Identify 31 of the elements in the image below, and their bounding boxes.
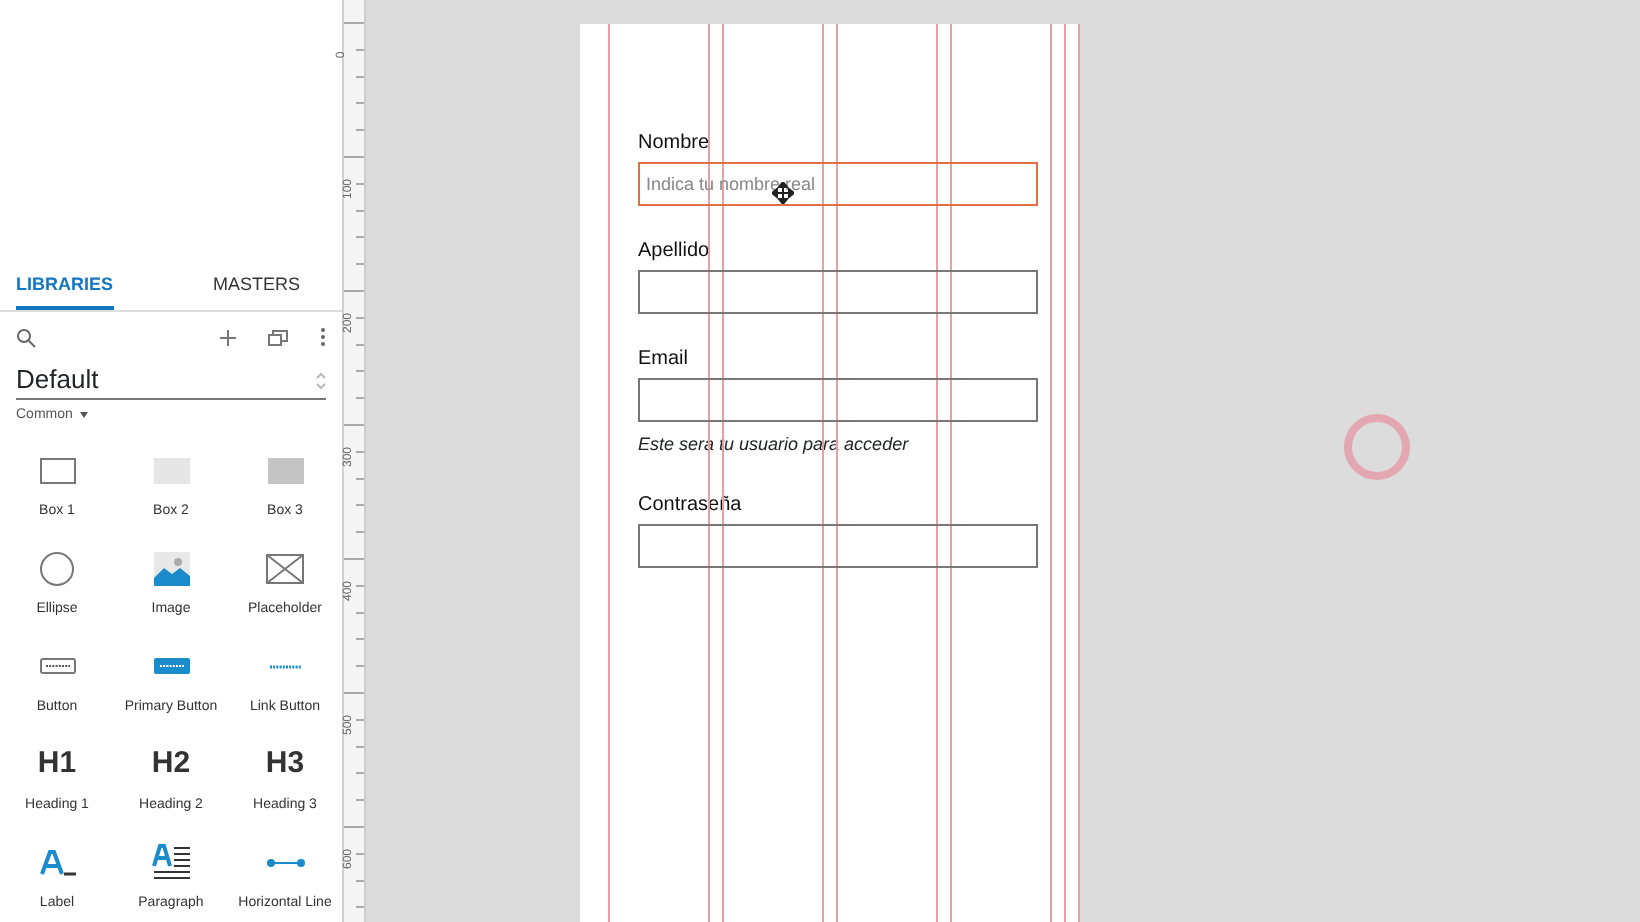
line-icon xyxy=(265,857,305,867)
rectangle-icon xyxy=(153,457,189,483)
panel-tab[interactable]: MASTERS xyxy=(213,260,301,309)
input-field[interactable] xyxy=(638,270,1038,314)
heading-glyph: H1 xyxy=(37,743,77,784)
caret-icon[interactable] xyxy=(80,412,89,419)
plus-icon[interactable] xyxy=(220,329,236,345)
stack-icon[interactable] xyxy=(268,329,288,345)
field-label: Email xyxy=(638,346,691,374)
placeholder-icon xyxy=(266,553,304,583)
image-icon xyxy=(153,551,189,585)
heading-glyph: H3 xyxy=(265,743,305,784)
link-icon xyxy=(267,663,303,669)
library-name: Default xyxy=(16,362,101,399)
rectangle-icon xyxy=(267,457,303,483)
button-icon xyxy=(39,658,75,674)
rectangle-icon xyxy=(39,457,75,483)
button-icon xyxy=(153,658,189,674)
more-icon[interactable] xyxy=(320,328,326,346)
field-label: Apellido xyxy=(638,238,712,266)
input-field[interactable] xyxy=(638,378,1038,422)
field-label: Nombre xyxy=(638,130,712,158)
input-field[interactable] xyxy=(638,523,1038,567)
panel-tab[interactable]: LIBRARIES xyxy=(16,260,114,309)
heading-glyph: H2 xyxy=(151,743,191,784)
field-label: Contraseña xyxy=(638,491,744,519)
search-icon[interactable] xyxy=(16,327,36,347)
paragraph-icon xyxy=(151,844,191,880)
circle-icon xyxy=(40,551,74,585)
letter-line-icon xyxy=(39,849,75,875)
click-indicator xyxy=(1344,414,1410,480)
